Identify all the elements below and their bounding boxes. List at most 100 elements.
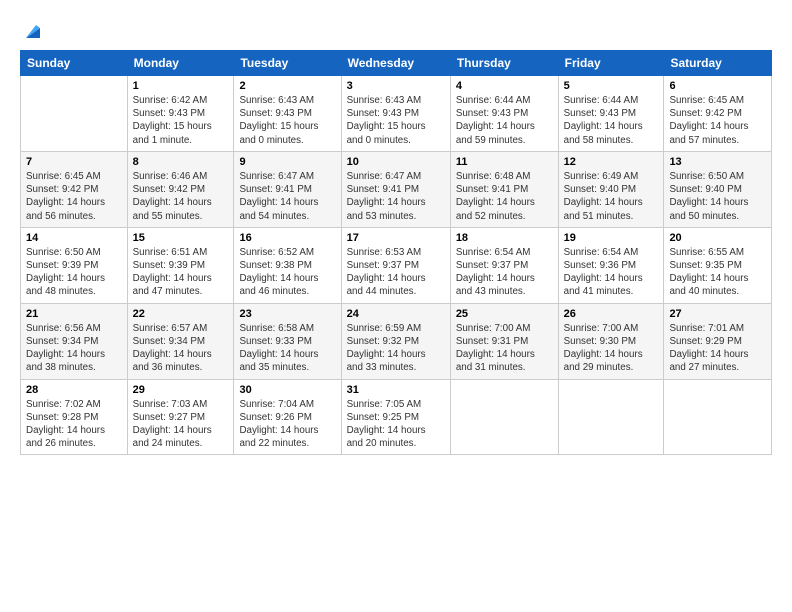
day-info: Sunrise: 6:54 AM Sunset: 9:37 PM Dayligh… [456,246,553,299]
day-number: 11 [456,156,553,168]
day-info: Sunrise: 6:50 AM Sunset: 9:39 PM Dayligh… [26,246,122,299]
day-number: 23 [239,308,335,320]
day-number: 21 [26,308,122,320]
calendar-cell: 15 Sunrise: 6:51 AM Sunset: 9:39 PM Dayli… [127,227,234,303]
calendar-cell: 28 Sunrise: 7:02 AM Sunset: 9:28 PM Dayli… [21,379,128,455]
day-number: 10 [347,156,445,168]
calendar-cell: 10 Sunrise: 6:47 AM Sunset: 9:41 PM Dayli… [341,151,450,227]
calendar-cell [450,379,558,455]
header [20,18,772,42]
day-number: 18 [456,232,553,244]
day-info: Sunrise: 7:00 AM Sunset: 9:30 PM Dayligh… [564,322,659,375]
day-number: 22 [133,308,229,320]
calendar-cell [558,379,664,455]
calendar-cell: 13 Sunrise: 6:50 AM Sunset: 9:40 PM Dayli… [664,151,772,227]
day-number: 13 [669,156,766,168]
day-info: Sunrise: 6:44 AM Sunset: 9:43 PM Dayligh… [456,94,553,147]
day-info: Sunrise: 6:52 AM Sunset: 9:38 PM Dayligh… [239,246,335,299]
calendar-week-5: 28 Sunrise: 7:02 AM Sunset: 9:28 PM Dayli… [21,379,772,455]
calendar-cell: 16 Sunrise: 6:52 AM Sunset: 9:38 PM Dayli… [234,227,341,303]
day-info: Sunrise: 6:47 AM Sunset: 9:41 PM Dayligh… [239,170,335,223]
calendar-cell: 21Sunrise: 6:56 AM Sunset: 9:34 PM Dayli… [21,303,128,379]
calendar-week-1: 1 Sunrise: 6:42 AM Sunset: 9:43 PM Daylig… [21,76,772,152]
day-number: 7 [26,156,122,168]
calendar-cell: 27 Sunrise: 7:01 AM Sunset: 9:29 PM Dayli… [664,303,772,379]
day-number: 20 [669,232,766,244]
day-info: Sunrise: 7:05 AM Sunset: 9:25 PM Dayligh… [347,398,445,451]
calendar-cell: 26Sunrise: 7:00 AM Sunset: 9:30 PM Dayli… [558,303,664,379]
day-header-sunday: Sunday [21,51,128,76]
day-number: 6 [669,80,766,92]
day-number: 2 [239,80,335,92]
day-header-friday: Friday [558,51,664,76]
day-number: 12 [564,156,659,168]
day-info: Sunrise: 6:50 AM Sunset: 9:40 PM Dayligh… [669,170,766,223]
calendar-cell: 4Sunrise: 6:44 AM Sunset: 9:43 PM Daylig… [450,76,558,152]
day-info: Sunrise: 6:44 AM Sunset: 9:43 PM Dayligh… [564,94,659,147]
day-number: 27 [669,308,766,320]
day-info: Sunrise: 6:43 AM Sunset: 9:43 PM Dayligh… [347,94,445,147]
day-info: Sunrise: 6:58 AM Sunset: 9:33 PM Dayligh… [239,322,335,375]
day-number: 9 [239,156,335,168]
day-number: 1 [133,80,229,92]
day-info: Sunrise: 6:43 AM Sunset: 9:43 PM Dayligh… [239,94,335,147]
day-info: Sunrise: 7:03 AM Sunset: 9:27 PM Dayligh… [133,398,229,451]
day-header-monday: Monday [127,51,234,76]
calendar-cell: 24 Sunrise: 6:59 AM Sunset: 9:32 PM Dayli… [341,303,450,379]
day-info: Sunrise: 6:47 AM Sunset: 9:41 PM Dayligh… [347,170,445,223]
calendar-cell: 18 Sunrise: 6:54 AM Sunset: 9:37 PM Dayli… [450,227,558,303]
day-number: 16 [239,232,335,244]
day-number: 5 [564,80,659,92]
day-number: 19 [564,232,659,244]
day-header-tuesday: Tuesday [234,51,341,76]
day-info: Sunrise: 6:53 AM Sunset: 9:37 PM Dayligh… [347,246,445,299]
calendar-week-4: 21Sunrise: 6:56 AM Sunset: 9:34 PM Dayli… [21,303,772,379]
day-header-thursday: Thursday [450,51,558,76]
calendar-cell: 3 Sunrise: 6:43 AM Sunset: 9:43 PM Daylig… [341,76,450,152]
day-number: 28 [26,384,122,396]
calendar-cell [664,379,772,455]
day-info: Sunrise: 6:59 AM Sunset: 9:32 PM Dayligh… [347,322,445,375]
calendar-cell: 31 Sunrise: 7:05 AM Sunset: 9:25 PM Dayli… [341,379,450,455]
calendar-cell: 25 Sunrise: 7:00 AM Sunset: 9:31 PM Dayli… [450,303,558,379]
calendar-cell: 6Sunrise: 6:45 AM Sunset: 9:42 PM Daylig… [664,76,772,152]
header-row: SundayMondayTuesdayWednesdayThursdayFrid… [21,51,772,76]
day-info: Sunrise: 6:46 AM Sunset: 9:42 PM Dayligh… [133,170,229,223]
page: SundayMondayTuesdayWednesdayThursdayFrid… [0,0,792,612]
day-info: Sunrise: 6:42 AM Sunset: 9:43 PM Dayligh… [133,94,229,147]
day-number: 31 [347,384,445,396]
day-info: Sunrise: 7:00 AM Sunset: 9:31 PM Dayligh… [456,322,553,375]
calendar-cell: 8 Sunrise: 6:46 AM Sunset: 9:42 PM Daylig… [127,151,234,227]
calendar-cell: 19Sunrise: 6:54 AM Sunset: 9:36 PM Dayli… [558,227,664,303]
day-info: Sunrise: 7:01 AM Sunset: 9:29 PM Dayligh… [669,322,766,375]
calendar-cell: 1 Sunrise: 6:42 AM Sunset: 9:43 PM Daylig… [127,76,234,152]
calendar-cell: 20 Sunrise: 6:55 AM Sunset: 9:35 PM Dayli… [664,227,772,303]
calendar-cell: 7Sunrise: 6:45 AM Sunset: 9:42 PM Daylig… [21,151,128,227]
calendar-cell: 29Sunrise: 7:03 AM Sunset: 9:27 PM Dayli… [127,379,234,455]
calendar-cell: 5 Sunrise: 6:44 AM Sunset: 9:43 PM Daylig… [558,76,664,152]
calendar-cell: 23 Sunrise: 6:58 AM Sunset: 9:33 PM Dayli… [234,303,341,379]
day-number: 24 [347,308,445,320]
day-info: Sunrise: 6:55 AM Sunset: 9:35 PM Dayligh… [669,246,766,299]
day-info: Sunrise: 6:49 AM Sunset: 9:40 PM Dayligh… [564,170,659,223]
calendar-cell: 14 Sunrise: 6:50 AM Sunset: 9:39 PM Dayli… [21,227,128,303]
day-info: Sunrise: 7:02 AM Sunset: 9:28 PM Dayligh… [26,398,122,451]
day-number: 14 [26,232,122,244]
day-info: Sunrise: 6:51 AM Sunset: 9:39 PM Dayligh… [133,246,229,299]
day-header-saturday: Saturday [664,51,772,76]
day-number: 30 [239,384,335,396]
day-number: 15 [133,232,229,244]
day-number: 8 [133,156,229,168]
calendar-cell: 17Sunrise: 6:53 AM Sunset: 9:37 PM Dayli… [341,227,450,303]
calendar-cell: 11 Sunrise: 6:48 AM Sunset: 9:41 PM Dayli… [450,151,558,227]
calendar-cell: 9 Sunrise: 6:47 AM Sunset: 9:41 PM Daylig… [234,151,341,227]
day-number: 3 [347,80,445,92]
calendar-cell: 22Sunrise: 6:57 AM Sunset: 9:34 PM Dayli… [127,303,234,379]
calendar-week-2: 7Sunrise: 6:45 AM Sunset: 9:42 PM Daylig… [21,151,772,227]
day-header-wednesday: Wednesday [341,51,450,76]
calendar-table: SundayMondayTuesdayWednesdayThursdayFrid… [20,50,772,455]
day-info: Sunrise: 6:48 AM Sunset: 9:41 PM Dayligh… [456,170,553,223]
day-number: 25 [456,308,553,320]
calendar-cell: 30Sunrise: 7:04 AM Sunset: 9:26 PM Dayli… [234,379,341,455]
logo-icon [22,20,44,42]
